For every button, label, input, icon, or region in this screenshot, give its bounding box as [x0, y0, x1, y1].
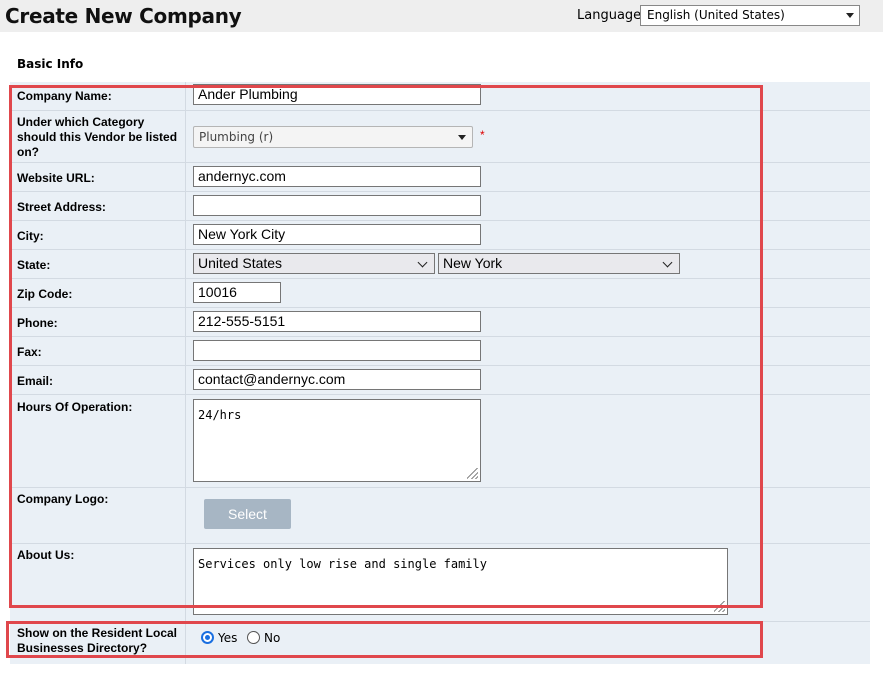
hours-textarea-value: 24/hrs	[198, 408, 242, 422]
chevron-down-icon	[417, 257, 428, 268]
hours-textarea[interactable]: 24/hrs	[193, 399, 481, 482]
about-textarea[interactable]: Services only low rise and single family	[193, 548, 728, 615]
section-title: Basic Info	[17, 57, 84, 71]
row-street: Street Address:	[10, 192, 870, 221]
row-website: Website URL: andernyc.com	[10, 163, 870, 192]
fax-input[interactable]	[193, 340, 481, 361]
email-input[interactable]: contact@andernyc.com	[193, 369, 481, 390]
country-select[interactable]: United States	[193, 253, 435, 274]
hours-label: Hours Of Operation:	[17, 400, 133, 414]
resize-grip-icon[interactable]	[467, 468, 478, 479]
row-state: State: United States New York	[10, 250, 870, 279]
website-label: Website URL:	[17, 171, 95, 185]
category-label: Under which Category should this Vendor …	[17, 115, 178, 159]
chevron-down-icon	[662, 257, 673, 268]
select-logo-button[interactable]: Select	[204, 499, 291, 529]
category-select-value: Plumbing (r)	[199, 130, 274, 144]
city-label: City:	[17, 229, 44, 243]
state-label: State:	[17, 258, 51, 272]
state-select[interactable]: New York	[438, 253, 680, 274]
yes-radio[interactable]	[201, 631, 214, 644]
row-company-name: Company Name: Ander Plumbing	[10, 82, 870, 111]
category-select[interactable]: Plumbing (r)	[193, 126, 473, 148]
zip-input[interactable]: 10016	[193, 282, 281, 303]
resize-grip-icon[interactable]	[714, 601, 725, 612]
phone-label: Phone:	[17, 316, 58, 330]
country-select-value: United States	[198, 255, 283, 271]
website-input[interactable]: andernyc.com	[193, 166, 481, 187]
state-select-value: New York	[443, 255, 503, 271]
company-name-input[interactable]: Ander Plumbing	[193, 84, 481, 105]
row-zip: Zip Code: 10016	[10, 279, 870, 308]
row-fax: Fax:	[10, 337, 870, 366]
row-phone: Phone: 212-555-5151	[10, 308, 870, 337]
row-logo: Company Logo: Select	[10, 488, 870, 544]
language-select-value: English (United States)	[647, 8, 785, 22]
row-city: City: New York City	[10, 221, 870, 250]
language-select[interactable]: English (United States)	[640, 5, 860, 26]
street-label: Street Address:	[17, 200, 106, 214]
city-input[interactable]: New York City	[193, 224, 481, 245]
street-input[interactable]	[193, 195, 481, 216]
row-email: Email: contact@andernyc.com	[10, 366, 870, 395]
phone-input[interactable]: 212-555-5151	[193, 311, 481, 332]
fax-label: Fax:	[17, 345, 42, 359]
required-indicator: *	[480, 128, 485, 142]
chevron-down-icon	[458, 135, 466, 140]
logo-label: Company Logo:	[17, 492, 109, 506]
no-radio-label[interactable]: No	[264, 631, 280, 645]
top-bar: Create New Company Language: English (Un…	[0, 0, 883, 32]
zip-label: Zip Code:	[17, 287, 73, 301]
page-title: Create New Company	[5, 4, 242, 28]
row-about: About Us: Services only low rise and sin…	[10, 544, 870, 622]
row-hours: Hours Of Operation: 24/hrs	[10, 395, 870, 488]
language-label: Language:	[577, 8, 646, 23]
about-label: About Us:	[17, 548, 75, 562]
row-directory: Show on the Resident Local Businesses Di…	[10, 622, 870, 664]
chevron-down-icon	[846, 13, 854, 18]
yes-radio-label[interactable]: Yes	[218, 631, 237, 645]
email-label: Email:	[17, 374, 54, 388]
row-category: Under which Category should this Vendor …	[10, 111, 870, 163]
company-name-label: Company Name:	[17, 89, 112, 103]
about-textarea-value: Services only low rise and single family	[198, 557, 487, 571]
no-radio[interactable]	[247, 631, 260, 644]
basic-info-form: Company Name: Ander Plumbing Under which…	[10, 82, 870, 664]
directory-label: Show on the Resident Local Businesses Di…	[17, 626, 178, 655]
